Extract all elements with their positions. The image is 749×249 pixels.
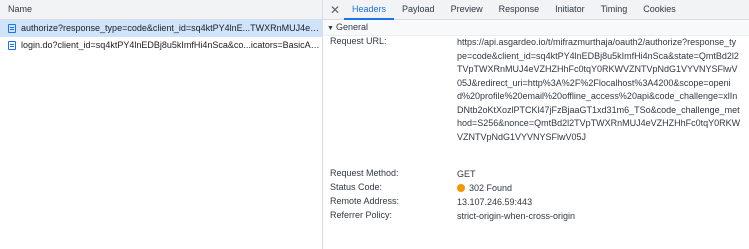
referrer-policy-label: Referrer Policy: <box>330 210 393 220</box>
section-title: General <box>335 22 368 32</box>
request-method-value: GET <box>457 169 476 179</box>
referrer-policy-value: strict-origin-when-cross-origin <box>457 211 576 221</box>
name-column-header[interactable]: Name <box>0 0 322 20</box>
status-warning-dot-icon <box>457 184 465 192</box>
tab-cookies[interactable]: Cookies <box>635 0 684 19</box>
details-tabbar: ✕ Headers Payload Preview Response Initi… <box>323 0 749 20</box>
request-row-label: authorize?response_type=code&client_id=s… <box>21 23 322 33</box>
request-row-label: login.do?client_id=sq4ktPY4lnEDBj8u5kImf… <box>21 40 322 50</box>
requests-panel: Name authorize?response_type=code&client… <box>0 0 322 249</box>
request-row-login[interactable]: login.do?client_id=sq4ktPY4lnEDBj8u5kImf… <box>0 37 322 54</box>
general-section-header[interactable]: ▼ General <box>323 20 749 36</box>
triangle-down-icon: ▼ <box>327 25 334 32</box>
document-icon <box>8 41 16 50</box>
document-icon <box>8 24 16 33</box>
request-url-label: Request URL: <box>330 36 387 46</box>
remote-address-label: Remote Address: <box>330 196 400 206</box>
close-icon[interactable]: ✕ <box>326 3 344 17</box>
remote-address-value: 13.107.246.59:443 <box>457 197 533 207</box>
tab-initiator[interactable]: Initiator <box>547 0 593 19</box>
request-url-value: https://api.asgardeo.io/t/mifrazmurthaja… <box>457 37 741 142</box>
status-code-value: 302 Found <box>469 183 513 193</box>
tab-timing[interactable]: Timing <box>593 0 636 19</box>
tab-response[interactable]: Response <box>491 0 548 19</box>
request-details-panel: ✕ Headers Payload Preview Response Initi… <box>323 0 749 249</box>
status-code-value-wrap: 302 Found <box>457 182 741 196</box>
tab-payload[interactable]: Payload <box>394 0 443 19</box>
status-code-label: Status Code: <box>330 182 383 192</box>
tab-preview[interactable]: Preview <box>443 0 491 19</box>
request-row-authorize[interactable]: authorize?response_type=code&client_id=s… <box>0 20 322 37</box>
tab-headers[interactable]: Headers <box>344 0 395 20</box>
request-method-label: Request Method: <box>330 168 399 178</box>
